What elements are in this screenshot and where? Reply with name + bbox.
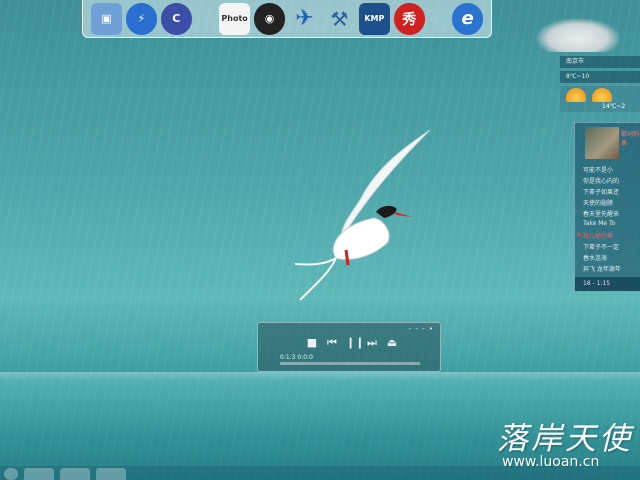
sunny-icon: [592, 88, 612, 102]
taskbar-app-button[interactable]: [24, 468, 54, 480]
track-item[interactable]: 春水连海: [583, 253, 607, 262]
now-playing-icon: ▶: [577, 231, 582, 238]
weather-range: 8℃~10: [560, 71, 640, 83]
watermark-title: 落岸天使: [497, 421, 633, 457]
track-item[interactable]: 可能不是小: [583, 165, 613, 174]
tern-bird-image: [294, 129, 431, 301]
track-item[interactable]: 下辈子如果还: [583, 187, 619, 196]
music-playlist-widget[interactable]: 歌词列表 可能不是小 你是我心内的 下辈子如果还 天使的翅膀 春天里先醒来 Ta…: [574, 122, 640, 292]
thunder-icon[interactable]: ⚡: [125, 2, 157, 35]
player-controls: ■ ⏮ ❙❙ ⏭ ⏏: [306, 337, 398, 349]
track-item[interactable]: Take Me To: [583, 220, 615, 227]
weather-city: 南京市: [560, 56, 640, 68]
kmp-icon[interactable]: KMP: [358, 2, 390, 35]
album-art: [585, 127, 619, 159]
track-item-active[interactable]: 花儿纳尔蒂: [583, 231, 613, 240]
weather-cloud-icon: [536, 18, 620, 52]
stop-icon[interactable]: ■: [306, 337, 318, 349]
app-dock: ▣ ⚡ C Photo ◉ ✈ ⚒ KMP 秀 e: [82, 0, 492, 38]
weather-forecast: [560, 86, 640, 112]
tool-icon[interactable]: ⚒: [324, 3, 355, 35]
my-computer-icon[interactable]: ▣: [91, 2, 122, 35]
sunny-icon: [566, 88, 586, 102]
cc-icon[interactable]: C: [160, 2, 192, 35]
photo-icon[interactable]: Photo: [219, 2, 251, 35]
player-title: - - - •: [408, 325, 434, 333]
playlist-footer: 18 - 1:15: [575, 277, 640, 291]
track-item[interactable]: 异飞 龙年谢年: [583, 264, 621, 273]
taskbar-app-button[interactable]: [96, 468, 126, 480]
player-progress-bar[interactable]: [280, 362, 420, 365]
start-button[interactable]: [4, 468, 18, 480]
xiu-icon[interactable]: 秀: [393, 2, 425, 35]
eject-icon[interactable]: ⏏: [386, 337, 398, 349]
plane-icon[interactable]: ✈: [289, 3, 320, 35]
track-item[interactable]: 春天里先醒来: [583, 209, 619, 218]
taskbar-app-button[interactable]: [60, 468, 90, 480]
taskbar: [0, 466, 640, 480]
pause-icon[interactable]: ❙❙: [346, 337, 364, 349]
next-icon[interactable]: ⏭: [366, 337, 378, 349]
track-item[interactable]: 下辈子不一定: [583, 242, 619, 251]
weather-temp: 14℃~2: [602, 103, 626, 110]
player-time: 0:1:3 0:0:0: [280, 354, 313, 361]
track-item[interactable]: 你是我心内的: [583, 176, 619, 185]
media-player[interactable]: - - - • ■ ⏮ ❙❙ ⏭ ⏏ 0:1:3 0:0:0: [257, 322, 441, 372]
previous-icon[interactable]: ⏮: [326, 337, 338, 349]
playlist-title: 歌词列表: [621, 131, 640, 147]
ie-icon[interactable]: e: [452, 2, 484, 35]
track-item[interactable]: 天使的翅膀: [583, 198, 613, 207]
qq-icon[interactable]: ◉: [254, 2, 286, 35]
